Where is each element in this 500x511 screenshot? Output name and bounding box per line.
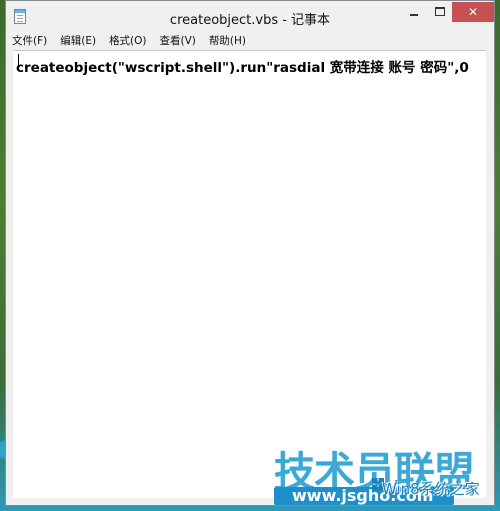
- minimize-button[interactable]: [401, 2, 427, 22]
- menu-help[interactable]: 帮助(H): [209, 33, 246, 48]
- menu-bar: 文件(F) 编辑(E) 格式(O) 查看(V) 帮助(H): [6, 32, 494, 49]
- title-bar[interactable]: createobject.vbs - 记事本 ✕: [6, 1, 494, 32]
- watermark: 技术员联盟 www.jsgho.com Win8系统之家: [274, 438, 498, 508]
- desktop: createobject.vbs - 记事本 ✕ 文件(F) 编辑(E) 格式(…: [0, 0, 500, 511]
- watermark-subtitle: Win8系统之家: [382, 480, 480, 498]
- close-icon: ✕: [467, 5, 479, 19]
- menu-format[interactable]: 格式(O): [109, 33, 146, 48]
- editor-content[interactable]: createobject("wscript.shell").run"rasdia…: [16, 56, 469, 76]
- notepad-window: createobject.vbs - 记事本 ✕ 文件(F) 编辑(E) 格式(…: [5, 0, 495, 506]
- menu-view[interactable]: 查看(V): [160, 33, 196, 48]
- text-editor[interactable]: createobject("wscript.shell").run"rasdia…: [13, 50, 486, 498]
- maximize-button[interactable]: [427, 2, 453, 22]
- minimize-icon: [410, 14, 418, 16]
- maximize-icon: [435, 7, 445, 16]
- menu-edit[interactable]: 编辑(E): [60, 33, 96, 48]
- menu-file[interactable]: 文件(F): [12, 33, 47, 48]
- close-button[interactable]: ✕: [452, 2, 494, 22]
